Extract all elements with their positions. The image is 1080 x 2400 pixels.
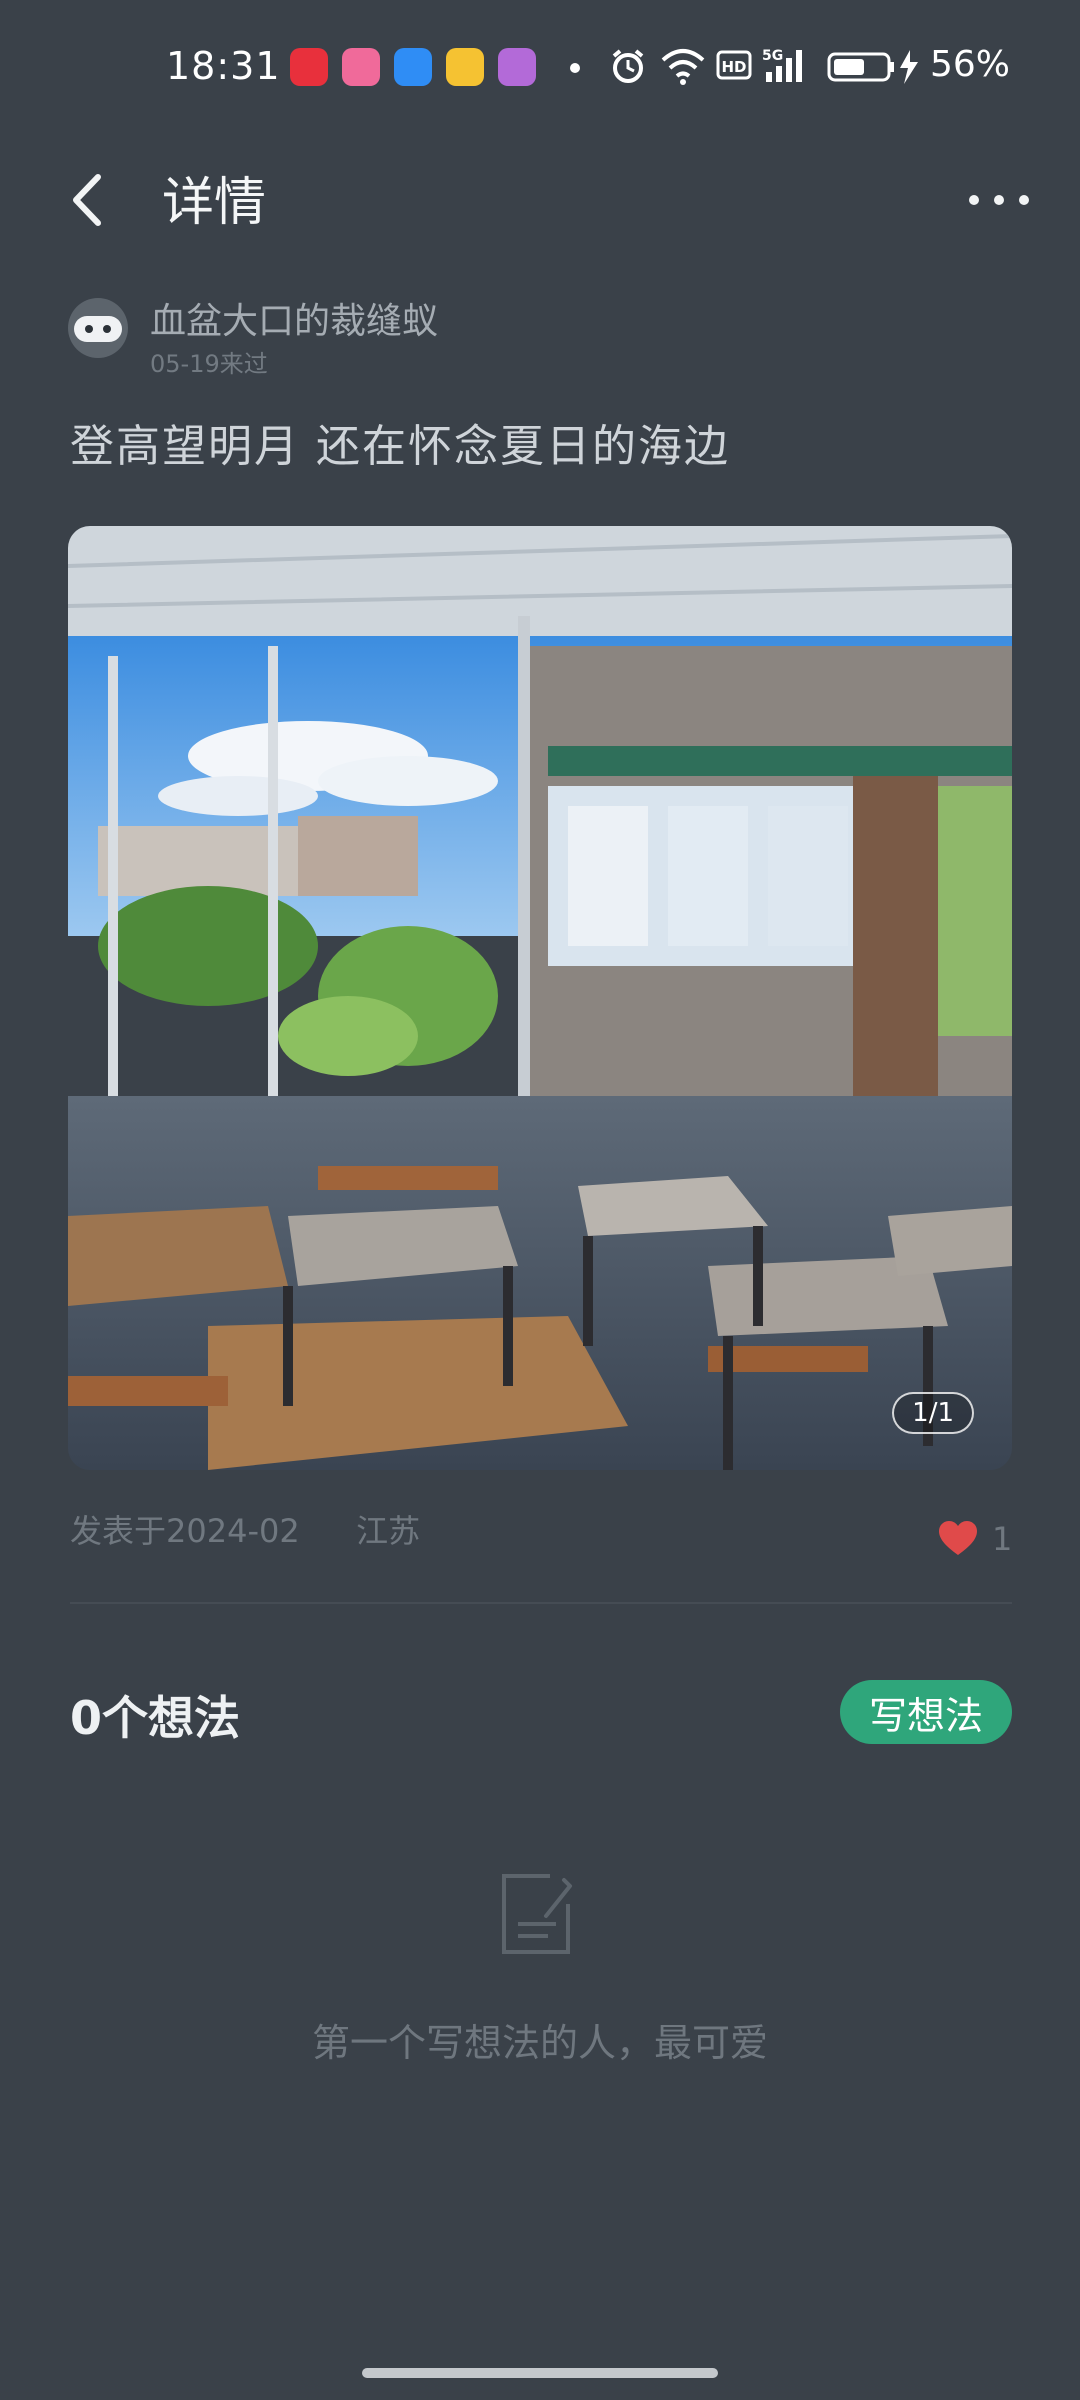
battery-icon — [827, 50, 918, 84]
game-app-icon — [498, 48, 536, 86]
like-count: 1 — [992, 1520, 1013, 1558]
note-edit-icon — [502, 1874, 572, 1954]
like-button[interactable]: 1 — [938, 1520, 1012, 1558]
write-thought-button[interactable]: 写想法 — [840, 1680, 1012, 1744]
notes-app-icon — [446, 48, 484, 86]
post-location: 江苏 — [356, 1512, 421, 1550]
hd-icon: HD — [716, 50, 752, 80]
avatar[interactable] — [68, 298, 128, 358]
post-meta: 发表于2024-02 江苏 — [70, 1506, 420, 1552]
avatar-face-icon — [74, 316, 122, 342]
618-shopping-icon — [290, 48, 328, 86]
svg-text:5G: 5G — [762, 48, 783, 64]
header: 详情 — [0, 140, 1080, 260]
svg-text:HD: HD — [721, 58, 746, 76]
photo-counter: 1/1 — [892, 1392, 974, 1434]
battery-percent: 56% — [930, 44, 1011, 85]
wifi-icon — [661, 49, 705, 85]
classroom-image — [68, 526, 1012, 1470]
publish-date: 发表于2024-02 — [70, 1512, 300, 1550]
thoughts-count: 0个想法 — [70, 1691, 241, 1745]
page-title: 详情 — [162, 173, 267, 233]
status-time: 18:31 — [166, 44, 281, 88]
post-text: 登高望明月 还在怀念夏日的海边 — [70, 421, 730, 472]
divider — [70, 1602, 1012, 1604]
status-bar: 18:31 HD 5G 56% — [0, 0, 1080, 140]
notification-dot-icon — [570, 63, 580, 73]
author-name[interactable]: 血盆大口的裁缝蚁 — [150, 292, 438, 344]
post-photo[interactable]: 1/1 — [68, 526, 1012, 1470]
more-options-button[interactable] — [964, 182, 1034, 218]
heart-icon — [939, 1521, 977, 1555]
home-indicator[interactable] — [362, 2368, 718, 2378]
empty-thoughts-text: 第一个写想法的人，最可爱 — [311, 2021, 768, 2065]
bilibili-icon — [342, 48, 380, 86]
signal-5g-icon: 5G — [762, 48, 802, 82]
back-button[interactable] — [60, 165, 120, 235]
blue-app-icon — [394, 48, 432, 86]
alarm-icon — [612, 49, 644, 83]
author-visit-time: 05-19来过 — [150, 350, 268, 378]
